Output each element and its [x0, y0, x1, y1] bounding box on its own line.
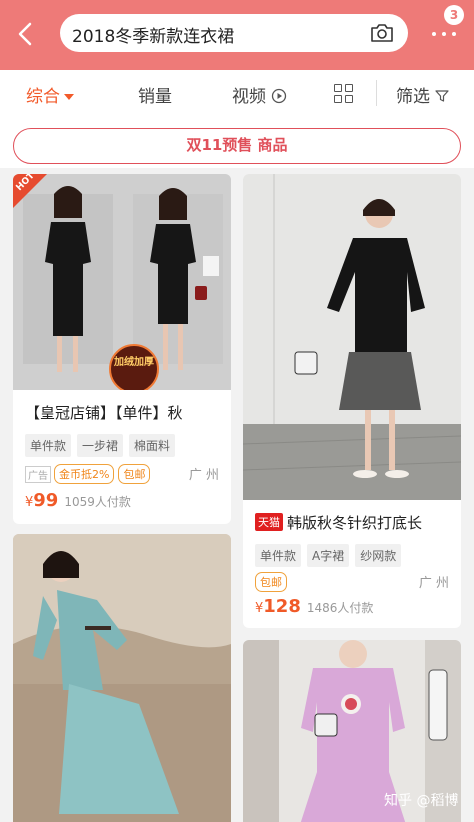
tmall-badge: 天猫: [255, 513, 283, 531]
product-sales-1: 1059人付款: [64, 495, 131, 509]
tab-comprehensive[interactable]: 综合: [26, 82, 74, 107]
product-image-3[interactable]: [13, 534, 231, 822]
product-price-1: 99: [33, 490, 59, 511]
filter-icon: [435, 90, 450, 102]
tab-filter-label: 筛选: [396, 87, 430, 107]
free-shipping-tag: 包邮: [118, 464, 151, 484]
price-line-1: ¥99 1059人付款: [25, 490, 131, 511]
product-tags-1: 单件款 一步裙 棉面料: [25, 434, 181, 457]
tab-comprehensive-label: 综合: [26, 87, 60, 107]
sort-bar: 综合 销量 视频 筛选: [0, 70, 474, 118]
play-icon: [272, 88, 287, 104]
more-button[interactable]: [430, 24, 458, 44]
product-location-1: 广 州: [188, 468, 219, 483]
fleece-lined-badge: 加绒加厚: [109, 344, 159, 390]
product-title-2[interactable]: 天猫 韩版秋冬针织打底长: [255, 512, 422, 533]
coin-discount-tag: 金币抵2%: [54, 464, 115, 484]
tab-video-label: 视频: [232, 87, 266, 107]
product-location-2: 广 州: [418, 576, 449, 591]
chevron-left-icon: [18, 22, 32, 46]
product-card-3[interactable]: [13, 534, 231, 822]
top-header: 2018冬季新款连衣裙 3: [0, 0, 474, 70]
product-card-2[interactable]: 天猫 韩版秋冬针织打底长 单件款 A字裙 纱网款 包邮 广 州 ¥128 1486人付款: [243, 174, 461, 628]
product-tag: 一步裙: [77, 434, 124, 457]
product-card-1[interactable]: HOT 加绒加厚 【皇冠店铺】【单件】秋 单件款 一步裙 棉面料 广告 金币抵2% 包邮…: [13, 174, 231, 524]
search-input[interactable]: 2018冬季新款连衣裙: [60, 14, 408, 52]
camera-icon: [371, 24, 393, 42]
promo-tags-2: 包邮: [255, 572, 291, 592]
product-image-2[interactable]: [243, 174, 461, 500]
back-button[interactable]: [10, 18, 42, 50]
promo-tags-1: 广告 金币抵2% 包邮: [25, 464, 154, 484]
divider: [376, 80, 377, 106]
tab-sales-label: 销量: [138, 87, 172, 107]
price-line-2: ¥128 1486人付款: [255, 596, 373, 617]
tab-sales[interactable]: 销量: [138, 82, 172, 107]
product-tag: A字裙: [307, 544, 350, 567]
grid-view-button[interactable]: [334, 84, 354, 104]
product-price-2: 128: [263, 596, 301, 617]
product-tag: 棉面料: [129, 434, 176, 457]
ad-label: 广告: [25, 465, 51, 483]
search-query-text: 2018冬季新款连衣裙: [72, 27, 235, 47]
product-tag: 纱网款: [355, 544, 402, 567]
message-count-badge: 3: [444, 5, 464, 25]
caret-down-icon: [64, 94, 74, 100]
free-shipping-tag: 包邮: [255, 572, 287, 592]
camera-search-button[interactable]: [370, 22, 394, 44]
product-title-2-text: 韩版秋冬针织打底长: [287, 514, 423, 532]
tab-video[interactable]: 视频: [232, 82, 287, 107]
watermark-text: 知乎 @稻博: [384, 793, 459, 809]
product-tag: 单件款: [255, 544, 302, 567]
product-sales-2: 1486人付款: [306, 601, 374, 615]
double11-presale-button[interactable]: 双11预售 商品: [13, 128, 461, 164]
tab-filter[interactable]: 筛选: [396, 82, 450, 107]
product-image-1[interactable]: HOT 加绒加厚: [13, 174, 231, 390]
product-tag: 单件款: [25, 434, 72, 457]
product-tags-2: 单件款 A字裙 纱网款: [255, 544, 407, 567]
product-title-1[interactable]: 【皇冠店铺】【单件】秋: [25, 402, 183, 423]
promo-bar: 双11预售 商品: [0, 118, 474, 168]
grid-icon: [334, 84, 342, 92]
